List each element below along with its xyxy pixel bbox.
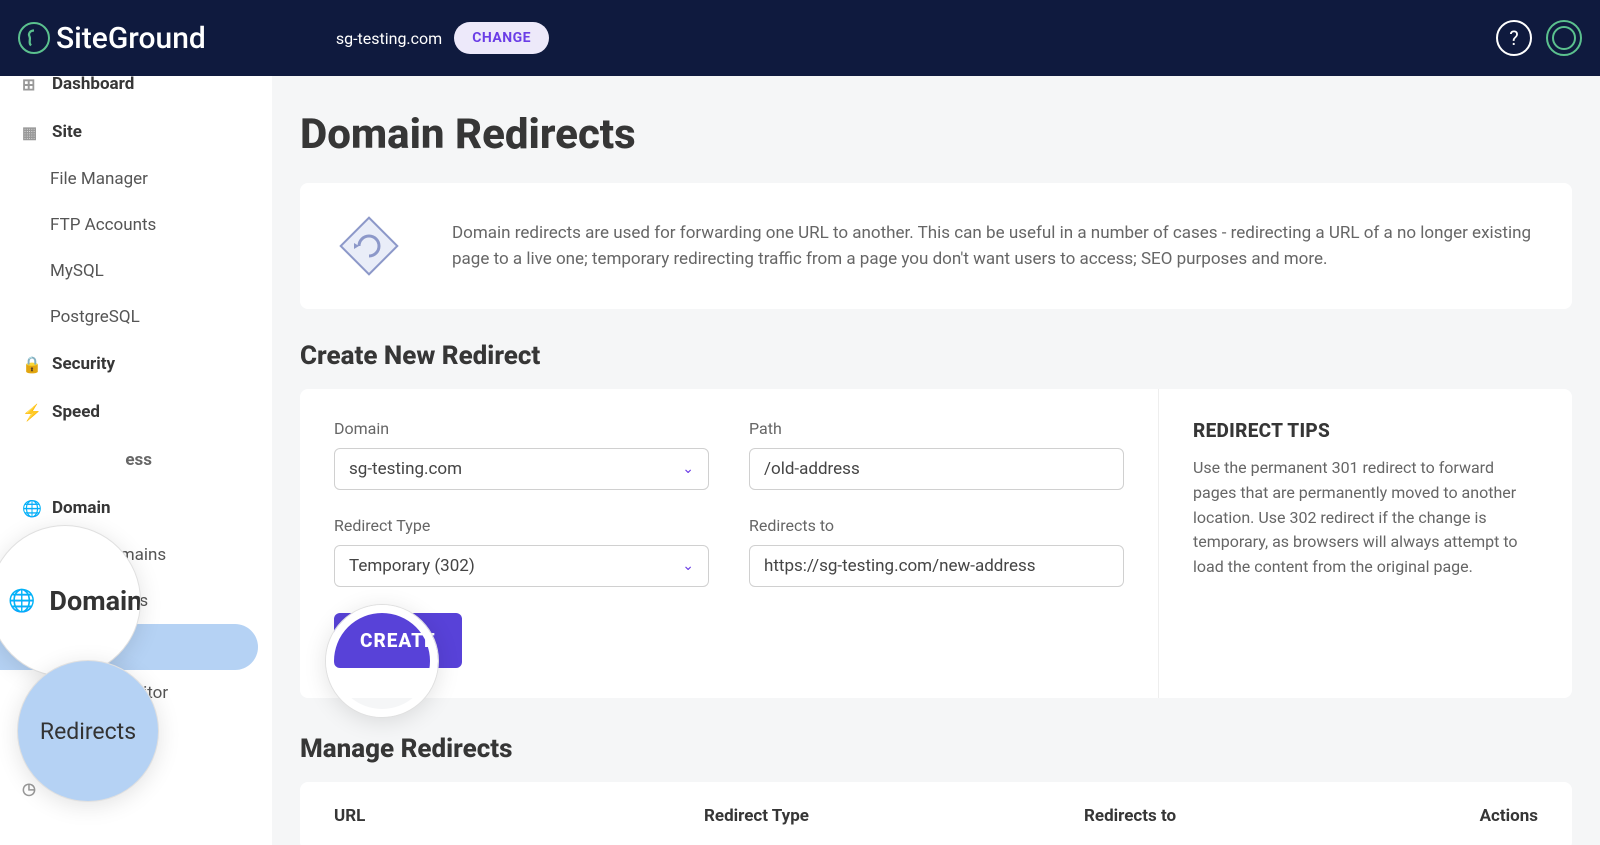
globe-icon: 🌐	[8, 589, 35, 614]
chevron-down-icon: ⌄	[682, 461, 694, 477]
redirects-to-label: Redirects to	[749, 516, 1124, 535]
tips-text: Use the permanent 301 redirect to forwar…	[1193, 456, 1538, 580]
globe-icon: 🌐	[22, 499, 40, 518]
chevron-down-icon: ⌄	[682, 558, 694, 574]
create-section-title: Create New Redirect	[300, 341, 1572, 371]
dashboard-icon: ⊞	[22, 76, 40, 94]
manage-section-title: Manage Redirects	[300, 734, 1572, 764]
brand-text: SiteGround	[56, 21, 206, 56]
tips-title: REDIRECT TIPS	[1193, 419, 1538, 442]
table-header-row: URL Redirect Type Redirects to Actions	[334, 806, 1538, 826]
path-input[interactable]	[749, 448, 1124, 490]
sidebar-item-postgresql[interactable]: PostgreSQL	[0, 294, 272, 340]
col-url: URL	[334, 806, 704, 826]
col-actions: Actions	[1448, 806, 1538, 826]
redirect-icon	[334, 211, 404, 281]
info-text: Domain redirects are used for forwarding…	[452, 220, 1538, 273]
sidebar-item-ftp[interactable]: FTP Accounts	[0, 202, 272, 248]
sidebar-item-wordpress[interactable]: ess	[0, 436, 272, 484]
main-content: Domain Redirects Domain redirects are us…	[272, 76, 1600, 845]
redirect-type-label: Redirect Type	[334, 516, 709, 535]
lock-icon: 🔒	[22, 355, 40, 374]
sidebar-item-speed[interactable]: ⚡Speed	[0, 388, 272, 436]
site-icon: ▦	[22, 123, 40, 142]
info-card: Domain redirects are used for forwarding…	[300, 183, 1572, 309]
logo-icon	[18, 22, 50, 54]
domain-select[interactable]: sg-testing.com⌄	[334, 448, 709, 490]
sidebar-item-site[interactable]: ▦Site	[0, 108, 272, 156]
stats-icon: ◷	[22, 779, 40, 798]
change-domain-button[interactable]: CHANGE	[454, 22, 549, 54]
redirects-table: URL Redirect Type Redirects to Actions	[300, 782, 1572, 845]
redirect-type-select[interactable]: Temporary (302)⌄	[334, 545, 709, 587]
path-label: Path	[749, 419, 1124, 438]
sidebar-item-security[interactable]: 🔒Security	[0, 340, 272, 388]
create-form: Domain sg-testing.com⌄ Path Redirect Typ…	[300, 389, 1572, 698]
col-type: Redirect Type	[704, 806, 1084, 826]
sidebar-item-file-manager[interactable]: File Manager	[0, 156, 272, 202]
brand-logo[interactable]: SiteGround	[18, 21, 206, 56]
help-icon[interactable]: ?	[1496, 20, 1532, 56]
speed-icon: ⚡	[22, 403, 40, 422]
sidebar-item-dashboard[interactable]: ⊞Dashboard	[0, 76, 272, 108]
current-domain: sg-testing.com	[336, 29, 442, 48]
magnified-redirects-label: Redirects	[18, 661, 158, 801]
create-button[interactable]: CREATE	[334, 613, 462, 668]
avatar-icon[interactable]	[1546, 20, 1582, 56]
redirects-to-input[interactable]	[749, 545, 1124, 587]
domain-label: Domain	[334, 419, 709, 438]
sidebar-item-mysql[interactable]: MySQL	[0, 248, 272, 294]
app-header: SiteGround sg-testing.com CHANGE ?	[0, 0, 1600, 76]
page-title: Domain Redirects	[300, 110, 1572, 159]
col-to: Redirects to	[1084, 806, 1448, 826]
sidebar-item-domain[interactable]: 🌐Domain	[0, 484, 272, 532]
domain-switcher: sg-testing.com CHANGE	[336, 22, 549, 54]
sidebar: ⊞Dashboard ▦Site File Manager FTP Accoun…	[0, 76, 272, 845]
